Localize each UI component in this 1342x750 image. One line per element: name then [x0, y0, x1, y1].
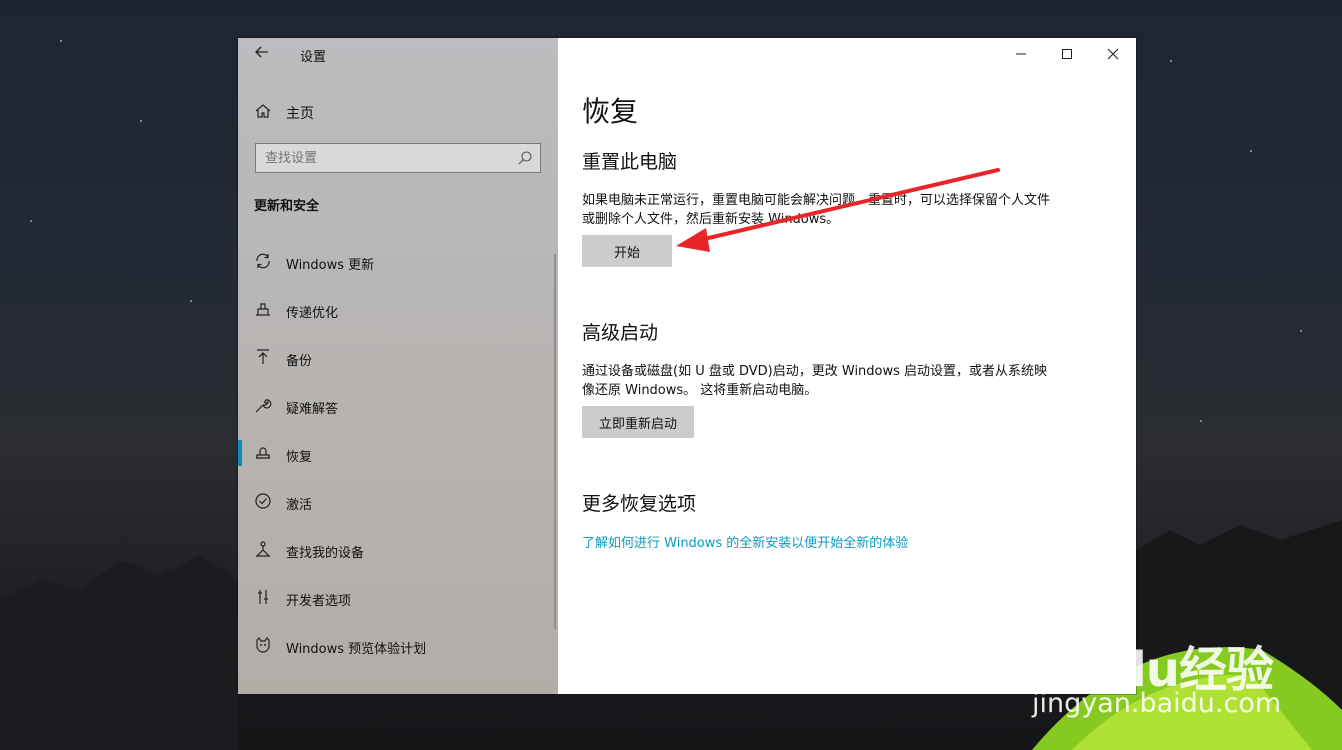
sidebar-item-delivery-optimization[interactable]: 传递优化 [238, 292, 558, 340]
minimize-icon [1015, 48, 1027, 60]
sidebar: 设置 主页 更新和安全 Windows 更新 [238, 38, 558, 694]
page-title: 恢复 [582, 95, 639, 128]
search-icon[interactable] [517, 150, 533, 166]
sidebar-item-label: 恢复 [286, 450, 313, 465]
sidebar-item-backup[interactable]: 备份 [238, 340, 558, 388]
sidebar-item-troubleshoot[interactable]: 疑难解答 [238, 388, 558, 436]
sidebar-item-label: Windows 预览体验计划 [286, 642, 427, 657]
section-title: 更新和安全 [254, 199, 320, 214]
watermark-url: jingyan.baidu.com [1032, 688, 1282, 719]
maximize-button[interactable] [1044, 38, 1090, 70]
fresh-install-link[interactable]: 了解如何进行 Windows 的全新安装以便开始全新的体验 [582, 532, 908, 551]
sidebar-item-label: 疑难解答 [286, 402, 339, 417]
minimize-button[interactable] [998, 38, 1044, 70]
sidebar-item-developer-options[interactable]: 开发者选项 [238, 580, 558, 628]
app-title: 设置 [300, 50, 327, 65]
restart-now-button[interactable]: 立即重新启动 [582, 406, 694, 438]
reset-description: 如果电脑未正常运行，重置电脑可能会解决问题。重置时，可以选择保留个人文件或删除个… [582, 193, 1051, 227]
wrench-icon [254, 396, 272, 414]
advanced-startup-heading: 高级启动 [582, 322, 659, 344]
delivery-optimization-icon [254, 300, 272, 318]
sidebar-item-label: 开发者选项 [286, 594, 352, 609]
sidebar-scrollbar[interactable] [554, 254, 556, 629]
sidebar-item-label: 查找我的设备 [286, 546, 365, 561]
search-box[interactable] [255, 143, 541, 173]
reset-heading: 重置此电脑 [582, 151, 678, 173]
more-options-heading: 更多恢复选项 [582, 493, 697, 515]
sidebar-item-label: 传递优化 [286, 306, 339, 321]
baidu-watermark: Baidu经验 jingyan.baidu.com [1030, 600, 1340, 730]
sidebar-item-activation[interactable]: 激活 [238, 484, 558, 532]
nav-home[interactable]: 主页 [238, 98, 558, 128]
sidebar-item-recovery[interactable]: 恢复 [238, 436, 558, 484]
backup-icon [254, 348, 272, 366]
home-icon [254, 102, 272, 120]
sidebar-item-label: Windows 更新 [286, 258, 375, 273]
sidebar-item-label: 激活 [286, 498, 313, 513]
sync-icon [254, 252, 272, 270]
back-arrow-icon[interactable] [252, 44, 272, 64]
nav-list: Windows 更新 传递优化 备份 疑难解答 恢复 激活 查找我的设备 开发者… [238, 244, 558, 676]
sidebar-item-label: 备份 [286, 354, 313, 369]
advanced-startup-description: 通过设备或磁盘(如 U 盘或 DVD)启动，更改 Windows 启动设置，或者… [582, 364, 1048, 398]
settings-window: 设置 主页 更新和安全 Windows 更新 [238, 38, 1136, 694]
recovery-icon [254, 444, 272, 462]
developer-icon [254, 588, 272, 606]
sidebar-item-find-my-device[interactable]: 查找我的设备 [238, 532, 558, 580]
reset-start-button[interactable]: 开始 [582, 235, 672, 267]
insider-icon [254, 636, 272, 654]
sidebar-item-windows-update[interactable]: Windows 更新 [238, 244, 558, 292]
sidebar-item-insider-program[interactable]: Windows 预览体验计划 [238, 628, 558, 676]
find-device-icon [254, 540, 272, 558]
close-button[interactable] [1090, 38, 1136, 70]
home-label: 主页 [286, 106, 314, 122]
close-icon [1107, 48, 1119, 60]
check-circle-icon [254, 492, 272, 510]
maximize-icon [1061, 48, 1073, 60]
main-content: 恢复 重置此电脑 如果电脑未正常运行，重置电脑可能会解决问题。重置时，可以选择保… [558, 38, 1136, 694]
search-input[interactable] [256, 144, 506, 172]
